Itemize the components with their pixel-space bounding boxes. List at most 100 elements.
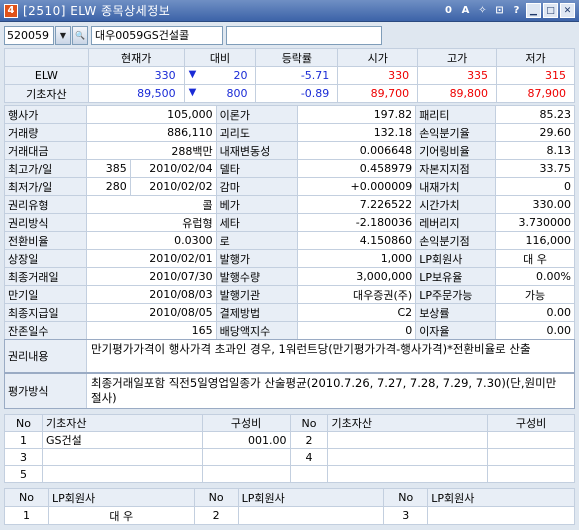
info-key: 손익분기점 [415,231,497,250]
info-key: 로 [215,231,299,250]
info-value: 165 [85,321,217,340]
code-bar: 520059 ▼ 🔍 대우0059GS건설콜 [4,25,382,45]
ratio-cell: 001.00 [201,431,291,449]
info-row: 상장일 2010/02/01 발행가 1,000 LP회원사 대 우 [4,249,575,268]
info-value: 330.00 [495,195,575,214]
ratio-cell [201,465,291,483]
info-key: 괴리도 [215,123,299,142]
info-key: 감마 [215,177,299,196]
link-icon[interactable]: ⊡ [492,3,507,18]
info-value: 0.00 [495,303,575,322]
info-value: 0.0300 [85,231,217,250]
info-row: 만기일 2010/08/03 발행기관 대우증권(주) LP주문가능 가능 [4,285,575,304]
header-price: 현재가 [87,48,185,67]
info-row: 거래대금 288백만 내재변동성 0.006648 기어링비율 8.13 [4,141,575,160]
info-key: 최종거래일 [4,267,87,286]
info-value: 105,000 [85,105,217,124]
info-row: 권리방식 유럽형 세타 -2.180036 레버리지 3.730000 [4,213,575,232]
info-value: 886,110 [85,123,217,142]
lp-row: 1 대 우 2 3 [4,506,575,525]
info-key: 거래량 [4,123,87,142]
rate-cell: -5.71 [255,66,339,85]
info-value: -2.180036 [297,213,417,232]
open-cell: 330 [337,66,419,85]
info-key: 델타 [215,159,299,178]
price-cell: 330 [87,66,185,85]
info-key: 권리유형 [4,195,87,214]
underlying-row: 1 GS건설 001.00 2 [4,431,575,449]
info-value: 7.226522 [297,195,417,214]
search-icon[interactable]: 🔍 [72,25,88,45]
info-key: 내재가치 [415,177,497,196]
ratio-cell [487,431,575,449]
info-key: LP주문가능 [415,285,497,304]
lp-header: No LP회원사 No LP회원사 No LP회원사 [4,488,575,507]
info-key: 기어링비율 [415,141,497,160]
info-value: 0 [297,321,417,340]
info-value: 116,000 [495,231,575,250]
header-rate: 등락률 [255,48,339,67]
info-value: 유럽형 [85,213,217,232]
zero-icon[interactable]: 0 [441,3,456,18]
info-value: 3,000,000 [297,267,417,286]
info-value: 대우증권(주) [297,285,417,304]
asset-cell[interactable] [41,448,203,466]
asset-cell[interactable] [327,465,489,483]
change-cell: ▼ 20 [183,66,257,85]
lp-table: No LP회원사 No LP회원사 No LP회원사 1 대 우 2 3 [4,488,575,525]
down-arrow-icon: ▼ [188,69,197,80]
stock-name-field[interactable]: 대우0059GS건설콜 [91,25,223,45]
info-key: 배당액지수 [215,321,299,340]
quote-table: 현재가 대비 등락률 시가 고가 저가 ELW 330 ▼ 20 -5.71 33… [4,48,575,103]
info-row: 전환비율 0.0300 로 4.150860 손익분기점 116,000 [4,231,575,250]
quote-header: 현재가 대비 등락률 시가 고가 저가 [4,48,575,67]
pin-icon[interactable]: ✧ [475,3,490,18]
info-key: 최종지급일 [4,303,87,322]
info-row: 잔존일수 165 배당액지수 0 이자율 0.00 [4,321,575,340]
info-key: 발행가 [215,249,299,268]
evaluation-label: 평가방식 [5,374,87,408]
low-cell: 315 [496,66,575,85]
info-value: 8.13 [495,141,575,160]
info-value: 288백만 [85,141,217,160]
rights-label: 권리내용 [5,340,87,372]
chevron-down-icon[interactable]: ▼ [55,25,71,45]
minimize-icon[interactable]: ▁ [526,3,541,18]
info-value: 4.150860 [297,231,417,250]
info-value: 85.23 [495,105,575,124]
down-arrow-icon: ▼ [188,87,197,98]
row-label: ELW [4,66,89,85]
info-value: +0.000009 [297,177,417,196]
info-key: 잔존일수 [4,321,87,340]
info-date: 2010/02/02 [129,177,217,196]
asset-cell[interactable] [327,448,489,466]
code-input[interactable]: 520059 [4,25,54,45]
info-key: 레버리지 [415,213,497,232]
underlying-row: 34 [4,448,575,466]
info-key: 결제방법 [215,303,299,322]
title-toolbar: 0 A ✧ ⊡ ? ▁ □ ✕ [441,3,575,18]
info-value: C2 [297,303,417,322]
asset-cell[interactable] [327,431,489,449]
ratio-cell [487,448,575,466]
quote-row-elw: ELW 330 ▼ 20 -5.71 330 335 315 [4,66,575,85]
info-key: 만기일 [4,285,87,304]
font-icon[interactable]: A [458,3,473,18]
info-key: 전환비율 [4,231,87,250]
info-value: 280 [85,177,131,196]
high-cell: 89,800 [417,84,498,103]
evaluation-row: 평가방식 최종거래일포함 직전5일영업일종가 산술평균(2010.7.26, 7… [4,373,575,409]
close-icon[interactable]: ✕ [560,3,575,18]
window-title: [2510] ELW 종목상세정보 [23,4,171,18]
info-row: 최종지급일 2010/08/05 결제방법 C2 보상률 0.00 [4,303,575,322]
asset-cell[interactable]: GS건설 [41,431,203,449]
open-cell: 89,700 [337,84,419,103]
info-row: 최고가/일 385 2010/02/04 델타 0.458979 자본지지점 33.75 [4,159,575,178]
maximize-icon[interactable]: □ [543,3,558,18]
help-icon[interactable]: ? [509,3,524,18]
info-key: 자본지지점 [415,159,497,178]
info-value: 가능 [495,285,575,304]
extra-input[interactable] [226,25,382,45]
info-row: 행사가 105,000 이론가 197.82 패리티 85.23 [4,105,575,124]
asset-cell[interactable] [41,465,203,483]
